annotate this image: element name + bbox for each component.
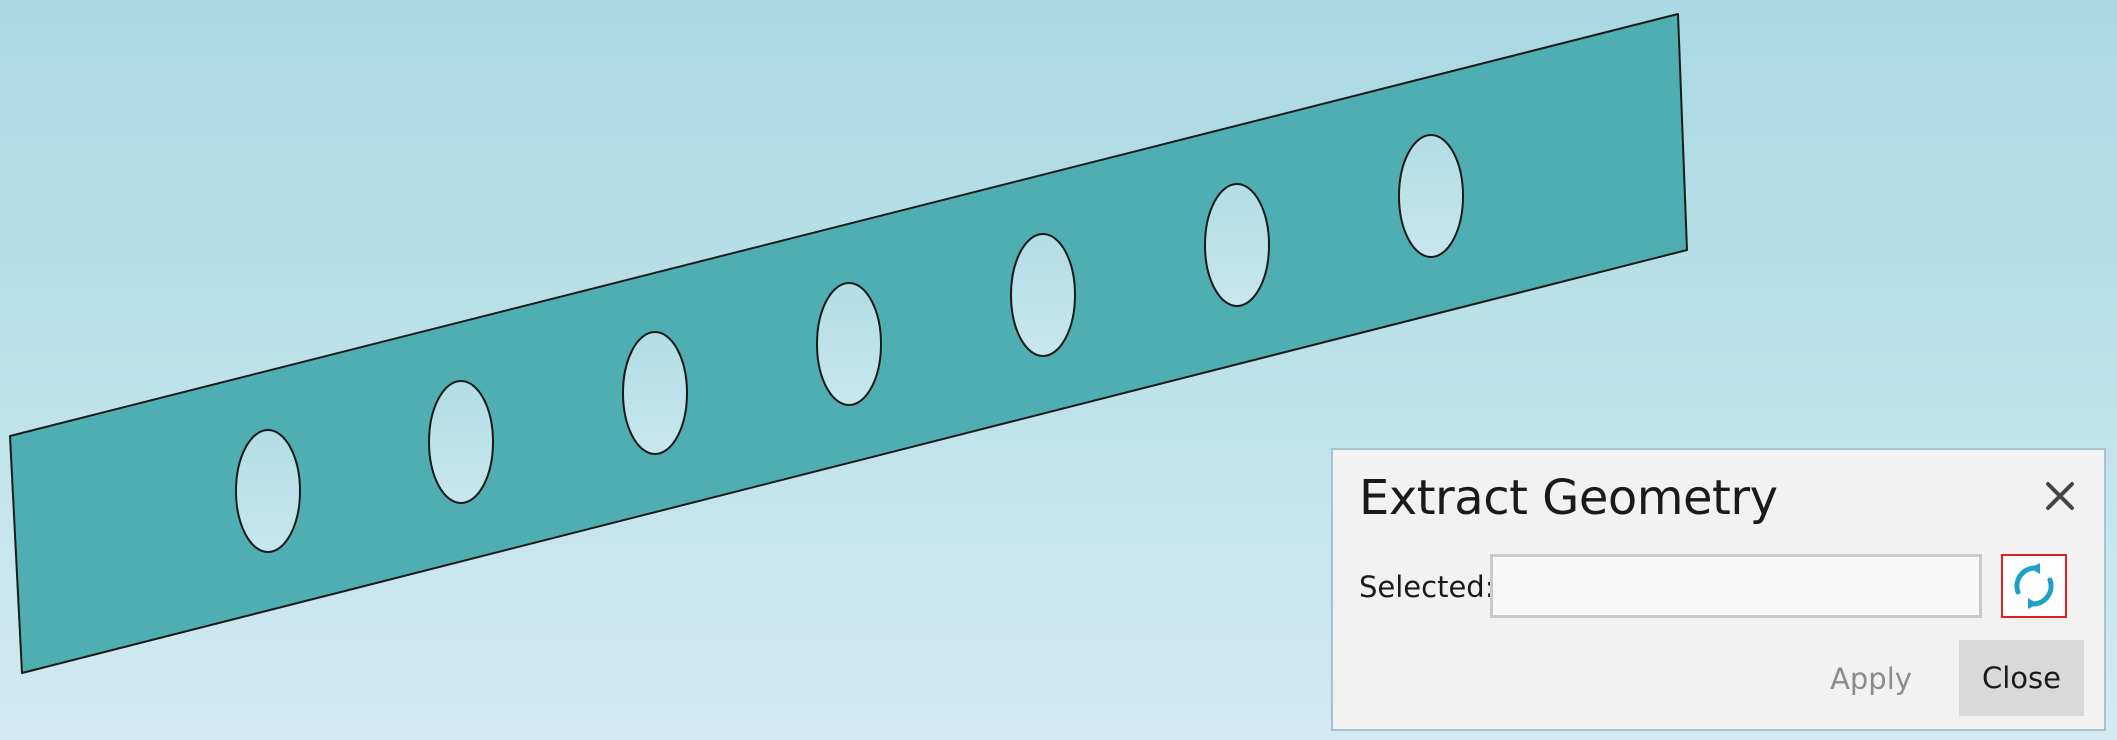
close-button[interactable]: Close [1959, 640, 2084, 716]
close-icon[interactable] [2042, 478, 2078, 514]
refresh-selection-button[interactable] [2001, 554, 2067, 618]
refresh-icon [2014, 563, 2054, 609]
plate-hole[interactable] [1204, 183, 1270, 307]
plate-hole[interactable] [1010, 233, 1076, 357]
extract-geometry-dialog: Extract Geometry Selected: Apply Close [1331, 448, 2106, 731]
plate-hole[interactable] [428, 380, 494, 504]
selected-label: Selected: [1359, 570, 1495, 604]
dialog-title: Extract Geometry [1359, 470, 1778, 526]
apply-button[interactable]: Apply [1807, 642, 1935, 716]
plate-hole[interactable] [235, 429, 301, 553]
plate-hole[interactable] [622, 331, 688, 455]
plate-hole[interactable] [816, 282, 882, 406]
plate-hole[interactable] [1398, 134, 1464, 258]
selected-field[interactable] [1490, 554, 1982, 618]
